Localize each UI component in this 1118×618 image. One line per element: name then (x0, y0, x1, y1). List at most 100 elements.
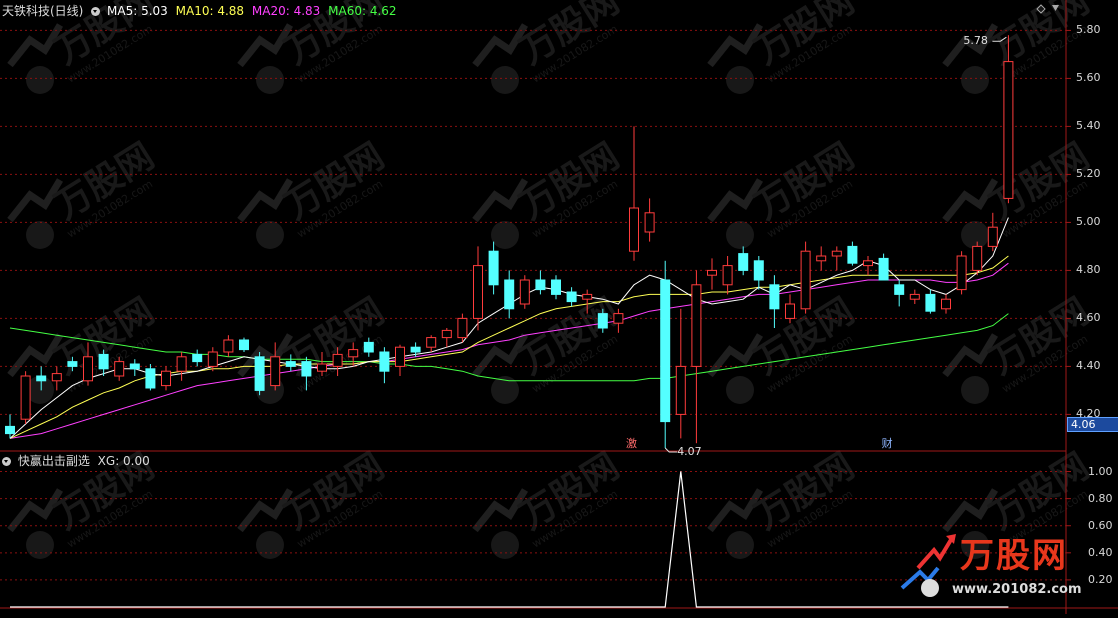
chevron-down-icon[interactable] (91, 7, 101, 16)
candle-body (722, 265, 733, 286)
candle-body (941, 298, 951, 310)
candle[interactable] (519, 275, 530, 309)
candle[interactable] (847, 241, 858, 266)
candle[interactable] (379, 347, 390, 384)
chart-canvas[interactable]: 万股网www.201082.com 万股网www.201082.com 万股网www… (0, 0, 1118, 614)
candle[interactable] (753, 256, 764, 290)
candle[interactable] (426, 335, 437, 352)
candle[interactable] (254, 352, 265, 396)
candle[interactable] (395, 344, 405, 376)
candle-body (925, 293, 936, 312)
candle[interactable] (239, 337, 249, 352)
candle-body (254, 356, 265, 391)
candle-body (785, 303, 795, 319)
price-tick-label: 4.60 (1076, 311, 1101, 325)
candle[interactable] (800, 241, 811, 314)
candle[interactable] (192, 349, 203, 367)
candle[interactable] (129, 359, 140, 376)
candle[interactable] (51, 366, 62, 391)
indicator-title: 快赢出击副选 (17, 454, 90, 468)
candle[interactable] (691, 270, 702, 444)
candle[interactable] (457, 313, 468, 343)
indicator-tick-label: 0.20 (1088, 572, 1113, 586)
chevron-down-icon[interactable] (2, 457, 11, 466)
candle[interactable] (987, 212, 998, 252)
main-header: 天铁科技(日线) MA5: 5.03 MA10: 4.88 MA20: 4.83… (2, 4, 397, 18)
watermark-tile: 万股网www.201082.com (472, 291, 626, 404)
indicator-tick-label: 1.00 (1088, 464, 1113, 478)
candle[interactable] (629, 126, 639, 261)
candle-body (5, 425, 15, 435)
candle[interactable] (863, 256, 873, 276)
candle[interactable] (660, 260, 671, 448)
candle-body (239, 339, 249, 351)
price-tick-label: 5.80 (1076, 23, 1101, 37)
candle[interactable] (972, 241, 983, 276)
candle-body (566, 291, 577, 303)
candle[interactable] (176, 352, 187, 381)
candle[interactable] (675, 308, 686, 439)
candle[interactable] (145, 364, 156, 391)
candle[interactable] (551, 275, 561, 300)
candle[interactable] (831, 246, 842, 271)
candle-body (473, 265, 483, 319)
candle-body (270, 356, 281, 387)
indicator-tick-label: 0.80 (1088, 491, 1113, 505)
candle[interactable] (644, 198, 655, 242)
watermark-tile: 万股网www.201082.com (237, 136, 391, 249)
candle[interactable] (488, 241, 499, 295)
event-marker-1[interactable]: 激 (625, 437, 638, 450)
candle-body (519, 279, 530, 305)
candle[interactable] (535, 270, 546, 295)
ma20-readout: MA20: 4.83 (251, 4, 321, 18)
candle-body (894, 284, 905, 295)
candle-body (223, 339, 234, 353)
candle[interactable] (223, 335, 234, 357)
chart-window[interactable]: 万股网 www.201082.com 万股网 www.201082.com 万股网 www… (0, 0, 1118, 614)
candle[interactable] (722, 256, 733, 295)
candle[interactable] (20, 371, 31, 424)
candle-body (129, 363, 140, 370)
candle-body (114, 361, 125, 377)
ma10-readout: MA10: 4.88 (175, 4, 245, 18)
candle[interactable] (5, 414, 15, 439)
price-tick-label: 5.20 (1076, 167, 1101, 181)
arrow-up-icon (916, 536, 954, 570)
candle[interactable] (504, 270, 515, 319)
candle-body (426, 337, 437, 348)
candle-body (956, 255, 967, 291)
candle[interactable] (738, 246, 749, 276)
candle[interactable] (566, 287, 577, 307)
watermark-tile: 万股网www.201082.com (942, 291, 1096, 404)
candle[interactable] (816, 246, 827, 271)
candle[interactable] (707, 258, 717, 290)
event-marker-2[interactable]: 财 (881, 437, 894, 450)
candle-body (348, 349, 359, 358)
candle-body (51, 373, 62, 382)
candle-body (816, 255, 827, 262)
candle-body (535, 279, 546, 291)
candle-body (660, 279, 671, 423)
candle-body (98, 353, 109, 370)
candle-body (1003, 61, 1014, 199)
candle-body (675, 365, 686, 415)
candle-body (363, 341, 374, 353)
candle[interactable] (441, 328, 452, 348)
candle-body (192, 353, 203, 363)
candle[interactable] (956, 251, 967, 295)
watermark-tile: 万股网www.201082.com (7, 136, 161, 249)
moving-average-lines (9, 217, 1009, 439)
candle[interactable] (894, 280, 905, 307)
price-tick-label: 5.00 (1076, 215, 1101, 229)
candle[interactable] (785, 294, 795, 324)
candle[interactable] (161, 366, 171, 391)
candle-body (317, 363, 327, 372)
candle-body (207, 351, 218, 367)
candle[interactable] (473, 246, 483, 331)
candle[interactable] (878, 253, 889, 281)
candle[interactable] (925, 289, 936, 314)
candle[interactable] (769, 275, 780, 328)
candle-body (863, 260, 873, 267)
candle[interactable] (941, 294, 951, 314)
candle[interactable] (909, 289, 920, 304)
